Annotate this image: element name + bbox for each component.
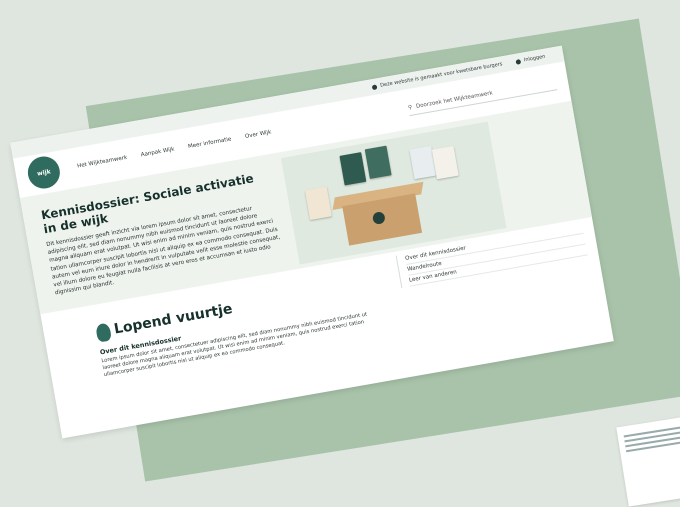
nav-item-wijkteamwerk[interactable]: Het Wijkteamwerk <box>77 155 128 170</box>
booklet-image <box>364 145 392 179</box>
decorative-paper-sheet <box>616 413 680 507</box>
site-logo[interactable]: wijk <box>25 153 63 192</box>
logo-text: wijk <box>36 167 52 178</box>
nav-item-aanpak[interactable]: Aanpak Wijk <box>140 147 175 159</box>
nav-item-over[interactable]: Over Wijk <box>245 129 272 140</box>
booklet-image <box>304 186 332 220</box>
booklet-image <box>431 145 459 180</box>
login-link[interactable]: Inloggen <box>515 53 546 65</box>
nav-item-meer-informatie[interactable]: Meer informatie <box>188 136 232 150</box>
login-link-label: Inloggen <box>523 53 546 64</box>
search-placeholder: Doorzoek het Wijkteamwerk <box>415 89 494 110</box>
user-icon <box>515 58 522 65</box>
booklet-image <box>339 152 367 186</box>
info-icon <box>372 83 378 90</box>
search-icon: ⚲ <box>407 104 413 111</box>
about-block: Over dit kennisdossier Lorem ipsum dolor… <box>99 300 380 380</box>
flame-icon <box>95 322 113 343</box>
